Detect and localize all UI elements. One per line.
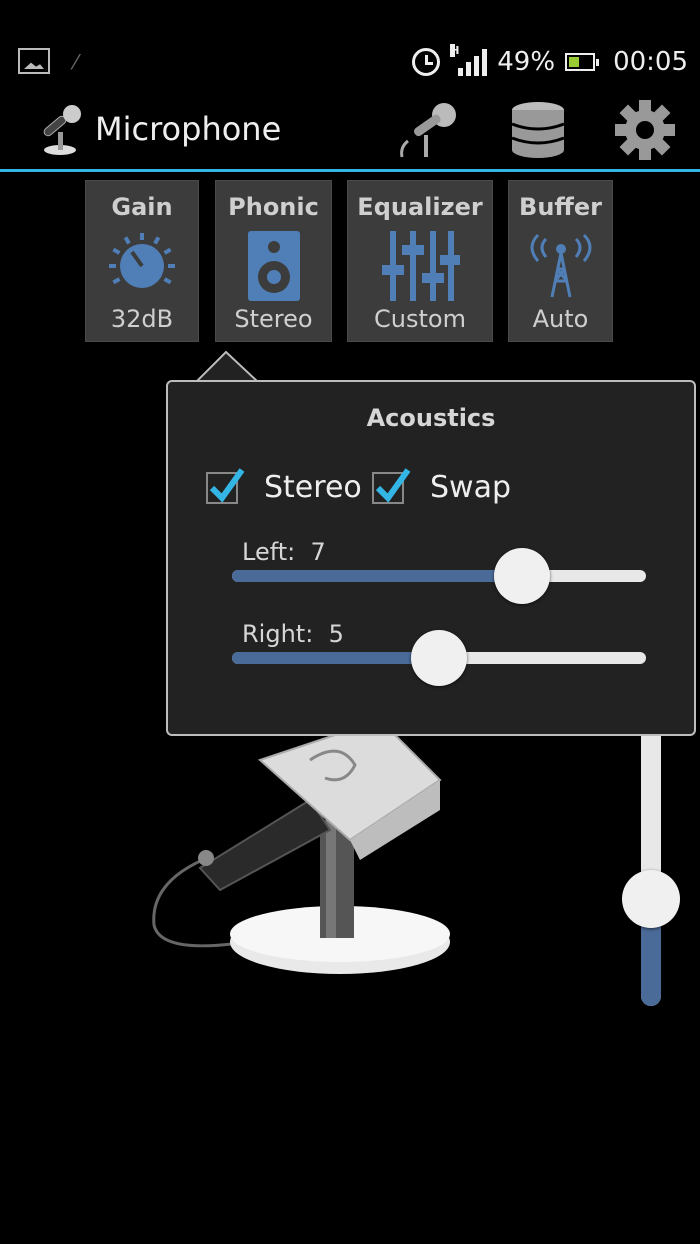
right-slider-label: Right: 5: [242, 620, 344, 648]
buffer-value: Auto: [532, 305, 589, 333]
popup-title: Acoustics: [366, 404, 496, 432]
left-slider-track[interactable]: [232, 548, 646, 604]
stereo-checkbox[interactable]: [206, 468, 245, 504]
acoustics-popup: Acoustics Stereo Swap Left: 7 Right: 5: [166, 380, 696, 736]
right-slider-fill: [232, 652, 439, 664]
left-slider-value: 7: [310, 538, 326, 566]
broadcast-tower-icon: [530, 233, 591, 298]
usb-icon: ⁄: [74, 50, 78, 74]
battery-percent: 49%: [497, 47, 556, 77]
right-slider-value: 5: [328, 620, 344, 648]
popup-pointer: [196, 350, 259, 384]
action-bar: Microphone: [0, 90, 700, 172]
settings-action-button[interactable]: [610, 100, 680, 160]
image-notification-icon: [18, 48, 50, 74]
left-slider-fill: [232, 570, 522, 582]
checkmark-icon: [209, 468, 245, 503]
equalizer-label: Equalizer: [357, 193, 483, 221]
left-slider-thumb[interactable]: [493, 548, 550, 604]
phonic-label: Phonic: [228, 193, 319, 221]
stereo-label: Stereo: [264, 470, 362, 505]
gear-icon: [615, 100, 675, 160]
database-icon: [511, 102, 565, 158]
signal-icon: H: [450, 44, 488, 76]
swap-label: Swap: [430, 470, 512, 505]
clock: 00:05: [613, 47, 688, 77]
buffer-tile[interactable]: Buffer Auto: [508, 180, 613, 342]
microphone-action-button[interactable]: [392, 100, 462, 160]
app-title: Microphone: [95, 110, 282, 148]
equalizer-icon: [382, 231, 460, 301]
microphone-illustration: [152, 720, 450, 974]
knob-icon: [109, 233, 175, 288]
battery-icon: [565, 53, 600, 71]
speaker-icon: [247, 231, 300, 301]
alarm-icon: [412, 48, 441, 76]
phonic-value: Stereo: [234, 305, 313, 333]
gain-label: Gain: [111, 193, 173, 221]
volume-slider-thumb[interactable]: [622, 869, 680, 928]
phonic-tile[interactable]: Phonic Stereo: [215, 180, 332, 342]
right-slider-track[interactable]: [232, 630, 646, 686]
microphone-icon: [400, 103, 456, 158]
app-microphone-icon: [43, 105, 81, 155]
network-type: H: [450, 44, 460, 57]
checkmark-icon: [375, 468, 411, 503]
database-action-button[interactable]: [503, 100, 573, 160]
status-right: H 49% 00:05: [412, 42, 688, 82]
buffer-label: Buffer: [519, 193, 602, 221]
equalizer-value: Custom: [374, 305, 466, 333]
left-slider-label: Left: 7: [242, 538, 326, 566]
action-bar-divider: [0, 169, 700, 172]
swap-checkbox[interactable]: [372, 468, 411, 504]
status-bar: ⁄ H 49% 00:05: [0, 0, 700, 90]
right-slider-thumb[interactable]: [411, 630, 467, 686]
gain-tile[interactable]: Gain 32dB: [85, 180, 199, 342]
equalizer-tile[interactable]: Equalizer Custom: [347, 180, 493, 342]
gain-value: 32dB: [110, 305, 174, 333]
